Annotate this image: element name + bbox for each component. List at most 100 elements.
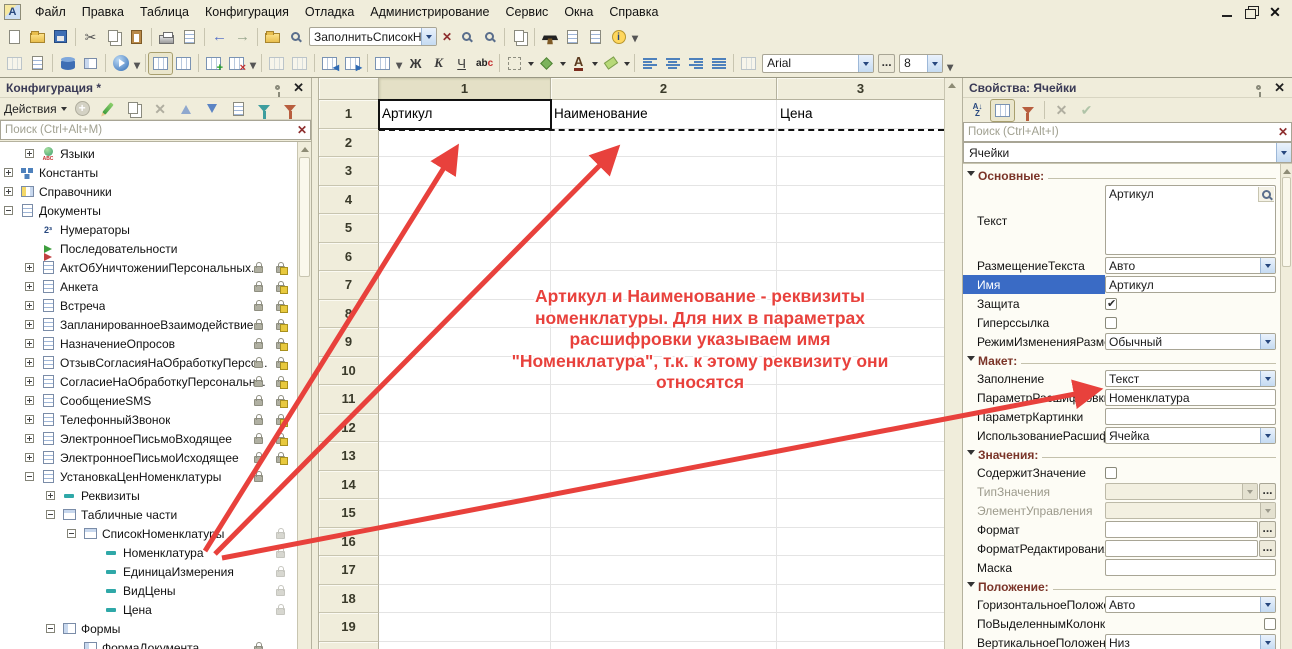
procedure-combo[interactable]: ЗаполнитьСписокНеод <box>309 27 437 46</box>
close-icon[interactable]: ✕ <box>1268 6 1282 18</box>
tree-item[interactable]: 2³Нумераторы <box>0 220 297 239</box>
section-collapse-icon[interactable] <box>967 450 975 459</box>
properties-scroll-up-icon[interactable] <box>1281 164 1292 178</box>
property-checkbox[interactable] <box>1105 317 1117 329</box>
toolbar-overflow-icon[interactable]: ▾ <box>396 58 402 72</box>
cell-r15c3[interactable] <box>777 499 945 528</box>
cell-r11c2[interactable] <box>551 385 777 414</box>
actions-dropdown-icon[interactable] <box>61 107 67 114</box>
expand-plus-icon[interactable] <box>25 282 34 291</box>
cell-r5c1[interactable] <box>379 214 551 243</box>
view-grid-button[interactable] <box>172 53 195 74</box>
new-file-button[interactable] <box>3 26 26 47</box>
property-select[interactable]: Авто <box>1105 257 1276 274</box>
menu-item-Окна[interactable]: Окна <box>556 3 601 21</box>
tree-item[interactable]: ОтзывСогласияНаОбработкуПерсо... <box>0 353 297 372</box>
tree-item[interactable]: Цена <box>0 600 297 619</box>
property-select[interactable]: Авто <box>1105 596 1276 613</box>
row-header-13[interactable]: 13 <box>319 442 379 471</box>
cell-r6c2[interactable] <box>551 243 777 272</box>
tree-item[interactable]: Анкета <box>0 277 297 296</box>
tree-item[interactable]: Справочники <box>0 182 297 201</box>
expand-plus-icon[interactable] <box>25 149 34 158</box>
expand-plus-icon[interactable] <box>25 301 34 310</box>
cell-r7c3[interactable] <box>777 271 945 300</box>
cell-r19c3[interactable] <box>777 613 945 642</box>
select-dropdown-icon[interactable] <box>1242 484 1257 499</box>
back-arrow-button[interactable]: ← <box>208 26 231 47</box>
dropdown-arrow-icon[interactable] <box>526 58 535 69</box>
properties-scrollbar-thumb[interactable] <box>1282 177 1291 267</box>
tree-scrollbar-thumb[interactable] <box>299 157 310 277</box>
cell-r2c3[interactable] <box>777 129 945 158</box>
row-header-17[interactable]: 17 <box>319 556 379 585</box>
cell-r13c3[interactable] <box>777 442 945 471</box>
cell-r9c1[interactable] <box>379 328 551 357</box>
filter-clear-button[interactable] <box>279 98 302 119</box>
cell-r2c1[interactable] <box>379 129 551 158</box>
cell-r16c3[interactable] <box>777 528 945 557</box>
cell-r3c1[interactable] <box>379 157 551 186</box>
property-input[interactable] <box>1105 408 1276 425</box>
combo-clear-icon[interactable]: ✕ <box>439 30 455 44</box>
properties-object-selector[interactable]: Ячейки <box>963 142 1292 163</box>
row-header-2[interactable]: 2 <box>319 129 379 158</box>
tree-item[interactable]: УстановкаЦенНоменклатуры <box>0 467 297 486</box>
cell-r12c2[interactable] <box>551 414 777 443</box>
cell-r3c3[interactable] <box>777 157 945 186</box>
font-dropdown-icon[interactable] <box>858 55 873 72</box>
table-delete-button[interactable] <box>225 53 248 74</box>
expand-plus-icon[interactable] <box>25 377 34 386</box>
table-add-button[interactable] <box>202 53 225 74</box>
row-header-16[interactable]: 16 <box>319 528 379 557</box>
image-btn-button[interactable] <box>737 53 760 74</box>
cell-r8c2[interactable] <box>551 300 777 329</box>
tree-item[interactable]: Константы <box>0 163 297 182</box>
cell-r7c1[interactable] <box>379 271 551 300</box>
find-in-files-button[interactable] <box>261 26 284 47</box>
delete-x-button[interactable]: ✕ <box>1050 100 1073 121</box>
tree-item[interactable]: ЭлектронноеПисьмоВходящее <box>0 429 297 448</box>
expand-plus-icon[interactable] <box>25 263 34 272</box>
column-left-button[interactable] <box>318 53 341 74</box>
move-up-button[interactable] <box>175 98 198 119</box>
menu-item-Справка[interactable]: Справка <box>601 3 666 21</box>
tree-item[interactable]: ЕдиницаИзмерения <box>0 562 297 581</box>
table-move-button[interactable] <box>265 53 288 74</box>
cell-r14c2[interactable] <box>551 471 777 500</box>
expand-plus-icon[interactable] <box>25 434 34 443</box>
database-button[interactable] <box>56 53 79 74</box>
cell-props-button[interactable] <box>371 53 394 74</box>
select-dropdown-icon[interactable] <box>1260 334 1275 349</box>
text-case-button[interactable]: abc <box>473 53 496 74</box>
borders-button[interactable] <box>503 53 526 74</box>
property-select[interactable] <box>1105 483 1258 500</box>
ellipsis-button[interactable]: ... <box>1259 483 1276 500</box>
properties-search-clear-icon[interactable]: ✕ <box>1275 125 1291 139</box>
duplicate-button[interactable] <box>508 26 531 47</box>
filter-button[interactable] <box>253 98 276 119</box>
cell-r11c1[interactable] <box>379 385 551 414</box>
font-size-combo[interactable]: 8 <box>899 54 943 73</box>
properties-search-input[interactable] <box>964 126 1275 138</box>
expand-plus-icon[interactable] <box>25 358 34 367</box>
selector-dropdown-icon[interactable] <box>1276 143 1291 162</box>
run-button[interactable] <box>109 53 132 74</box>
sort-az-button[interactable]: A↓Z <box>966 100 989 121</box>
table-move2-button[interactable] <box>288 53 311 74</box>
tree-item[interactable]: ВидЦены <box>0 581 297 600</box>
sheet-corner-cell[interactable] <box>319 78 379 100</box>
cell-r9c3[interactable] <box>777 328 945 357</box>
properties-scrollbar[interactable] <box>1280 164 1292 649</box>
select-dropdown-icon[interactable] <box>1260 503 1275 518</box>
select-dropdown-icon[interactable] <box>1260 428 1275 443</box>
underline-button[interactable]: Ч <box>450 53 473 74</box>
forward-arrow-button[interactable]: → <box>231 26 254 47</box>
menu-item-Файл[interactable]: Файл <box>27 3 74 21</box>
print-preview-button[interactable] <box>178 26 201 47</box>
properties-close-icon[interactable]: ✕ <box>1271 80 1288 96</box>
panel-close-icon[interactable]: ✕ <box>290 80 307 96</box>
tree-item[interactable]: ФормаДокумента <box>0 638 297 649</box>
cell-r4c3[interactable] <box>777 186 945 215</box>
expand-minus-icon[interactable] <box>46 624 55 633</box>
